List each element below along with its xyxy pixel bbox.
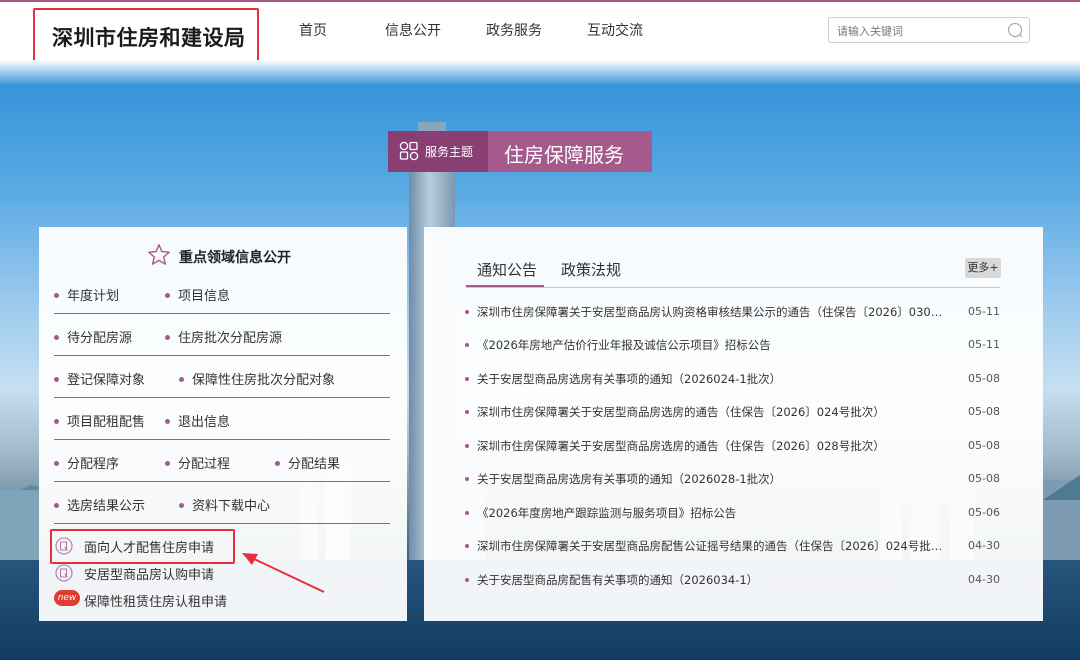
search-box bbox=[828, 17, 1030, 43]
notices-panel: 通知公告 政策法规 更多+ 深圳市住房保障署关于安居型商品房认购资格审核结果公示… bbox=[424, 227, 1043, 621]
application-icon bbox=[55, 564, 73, 582]
search-icon[interactable] bbox=[1007, 22, 1023, 38]
apply-affordable-housing-label: 安居型商品房认购申请 bbox=[84, 568, 215, 583]
link-selection-results[interactable]: 选房结果公示 bbox=[54, 495, 145, 514]
key-areas-row: 年度计划 项目信息 bbox=[54, 273, 390, 314]
list-item[interactable]: 关于安居型商品房配售有关事项的通知（2026034-1） 04-30 bbox=[464, 569, 1000, 593]
header-accent-line bbox=[0, 0, 1080, 2]
key-areas-row: 登记保障对象 保障性住房批次分配对象 bbox=[54, 357, 390, 398]
service-theme-title-box: 住房保障服务 bbox=[488, 131, 652, 172]
tabs-divider bbox=[466, 287, 1000, 288]
key-areas-row: 项目配租配售 退出信息 bbox=[54, 399, 390, 440]
key-areas-row: 分配程序 分配过程 分配结果 bbox=[54, 441, 390, 482]
list-item[interactable]: 关于安居型商品房选房有关事项的通知（2026024-1批次） 05-08 bbox=[464, 368, 1000, 392]
apply-affordable-housing[interactable]: 安居型商品房认购申请 bbox=[54, 561, 244, 585]
hero-fade bbox=[0, 60, 1080, 86]
site-logo[interactable]: 深圳市住房和建设局 bbox=[52, 22, 246, 52]
active-tab-underline bbox=[466, 285, 544, 287]
key-areas-row: 选房结果公示 资料下载中心 bbox=[54, 483, 390, 524]
tab-policies[interactable]: 政策法规 bbox=[561, 259, 621, 286]
search-input[interactable] bbox=[835, 21, 1007, 41]
list-item[interactable]: 深圳市住房保障署关于安居型商品房配售公证摇号结果的通告（住保告〔2026〕024… bbox=[464, 535, 1000, 559]
link-project-info[interactable]: 项目信息 bbox=[165, 285, 230, 304]
link-batch-housing[interactable]: 住房批次分配房源 bbox=[165, 327, 282, 346]
service-theme-label: 服务主题 bbox=[425, 145, 474, 159]
key-areas-row: 待分配房源 住房批次分配房源 bbox=[54, 315, 390, 356]
nav-item-home[interactable]: 首页 bbox=[299, 20, 327, 40]
tab-notices[interactable]: 通知公告 bbox=[477, 259, 537, 286]
nav-item-interaction[interactable]: 互动交流 bbox=[587, 20, 643, 40]
link-annual-plan[interactable]: 年度计划 bbox=[54, 285, 119, 304]
apply-rental-housing[interactable]: new 保障性租赁住房认租申请 bbox=[54, 588, 254, 612]
star-icon bbox=[148, 244, 170, 265]
key-areas-title: 重点领域信息公开 bbox=[179, 250, 291, 266]
list-item[interactable]: 深圳市住房保障署关于安居型商品房认购资格审核结果公示的通告（住保告〔2026〕0… bbox=[464, 301, 1000, 325]
link-allocation-results[interactable]: 分配结果 bbox=[275, 453, 340, 472]
link-batch-targets[interactable]: 保障性住房批次分配对象 bbox=[179, 369, 335, 388]
list-item[interactable]: 《2026年房地产估价行业年报及诚信公示项目》招标公告 05-11 bbox=[464, 334, 1000, 358]
highlight-box-talent-housing bbox=[50, 529, 235, 564]
link-exit-info[interactable]: 退出信息 bbox=[165, 411, 230, 430]
service-theme-title: 住房保障服务 bbox=[504, 143, 624, 167]
new-badge: new bbox=[54, 590, 80, 606]
more-button[interactable]: 更多+ bbox=[965, 258, 1001, 278]
list-item[interactable]: 深圳市住房保障署关于安居型商品房选房的通告（住保告〔2026〕028号批次） 05… bbox=[464, 435, 1000, 459]
list-item[interactable]: 《2026年度房地产跟踪监测与服务项目》招标公告 05-06 bbox=[464, 502, 1000, 526]
grid-icon bbox=[399, 141, 419, 161]
service-theme-tag: 服务主题 bbox=[388, 131, 488, 172]
link-registered-targets[interactable]: 登记保障对象 bbox=[54, 369, 145, 388]
apply-rental-housing-label: 保障性租赁住房认租申请 bbox=[84, 595, 228, 610]
link-pending-housing[interactable]: 待分配房源 bbox=[54, 327, 132, 346]
red-arrow-icon bbox=[242, 553, 325, 593]
nav-item-gov-services[interactable]: 政务服务 bbox=[486, 20, 542, 40]
link-project-allocation[interactable]: 项目配租配售 bbox=[54, 411, 145, 430]
list-item[interactable]: 关于安居型商品房选房有关事项的通知（2026028-1批次） 05-08 bbox=[464, 468, 1000, 492]
logo-highlight-box: 深圳市住房和建设局 bbox=[33, 8, 259, 62]
link-allocation-process[interactable]: 分配过程 bbox=[165, 453, 230, 472]
link-download-center[interactable]: 资料下载中心 bbox=[179, 495, 270, 514]
site-header: 深圳市住房和建设局 首页 信息公开 政务服务 互动交流 bbox=[0, 0, 1080, 62]
link-allocation-procedure[interactable]: 分配程序 bbox=[54, 453, 119, 472]
nav-item-info-disclosure[interactable]: 信息公开 bbox=[385, 20, 441, 40]
list-item[interactable]: 深圳市住房保障署关于安居型商品房选房的通告（住保告〔2026〕024号批次） 05… bbox=[464, 401, 1000, 425]
